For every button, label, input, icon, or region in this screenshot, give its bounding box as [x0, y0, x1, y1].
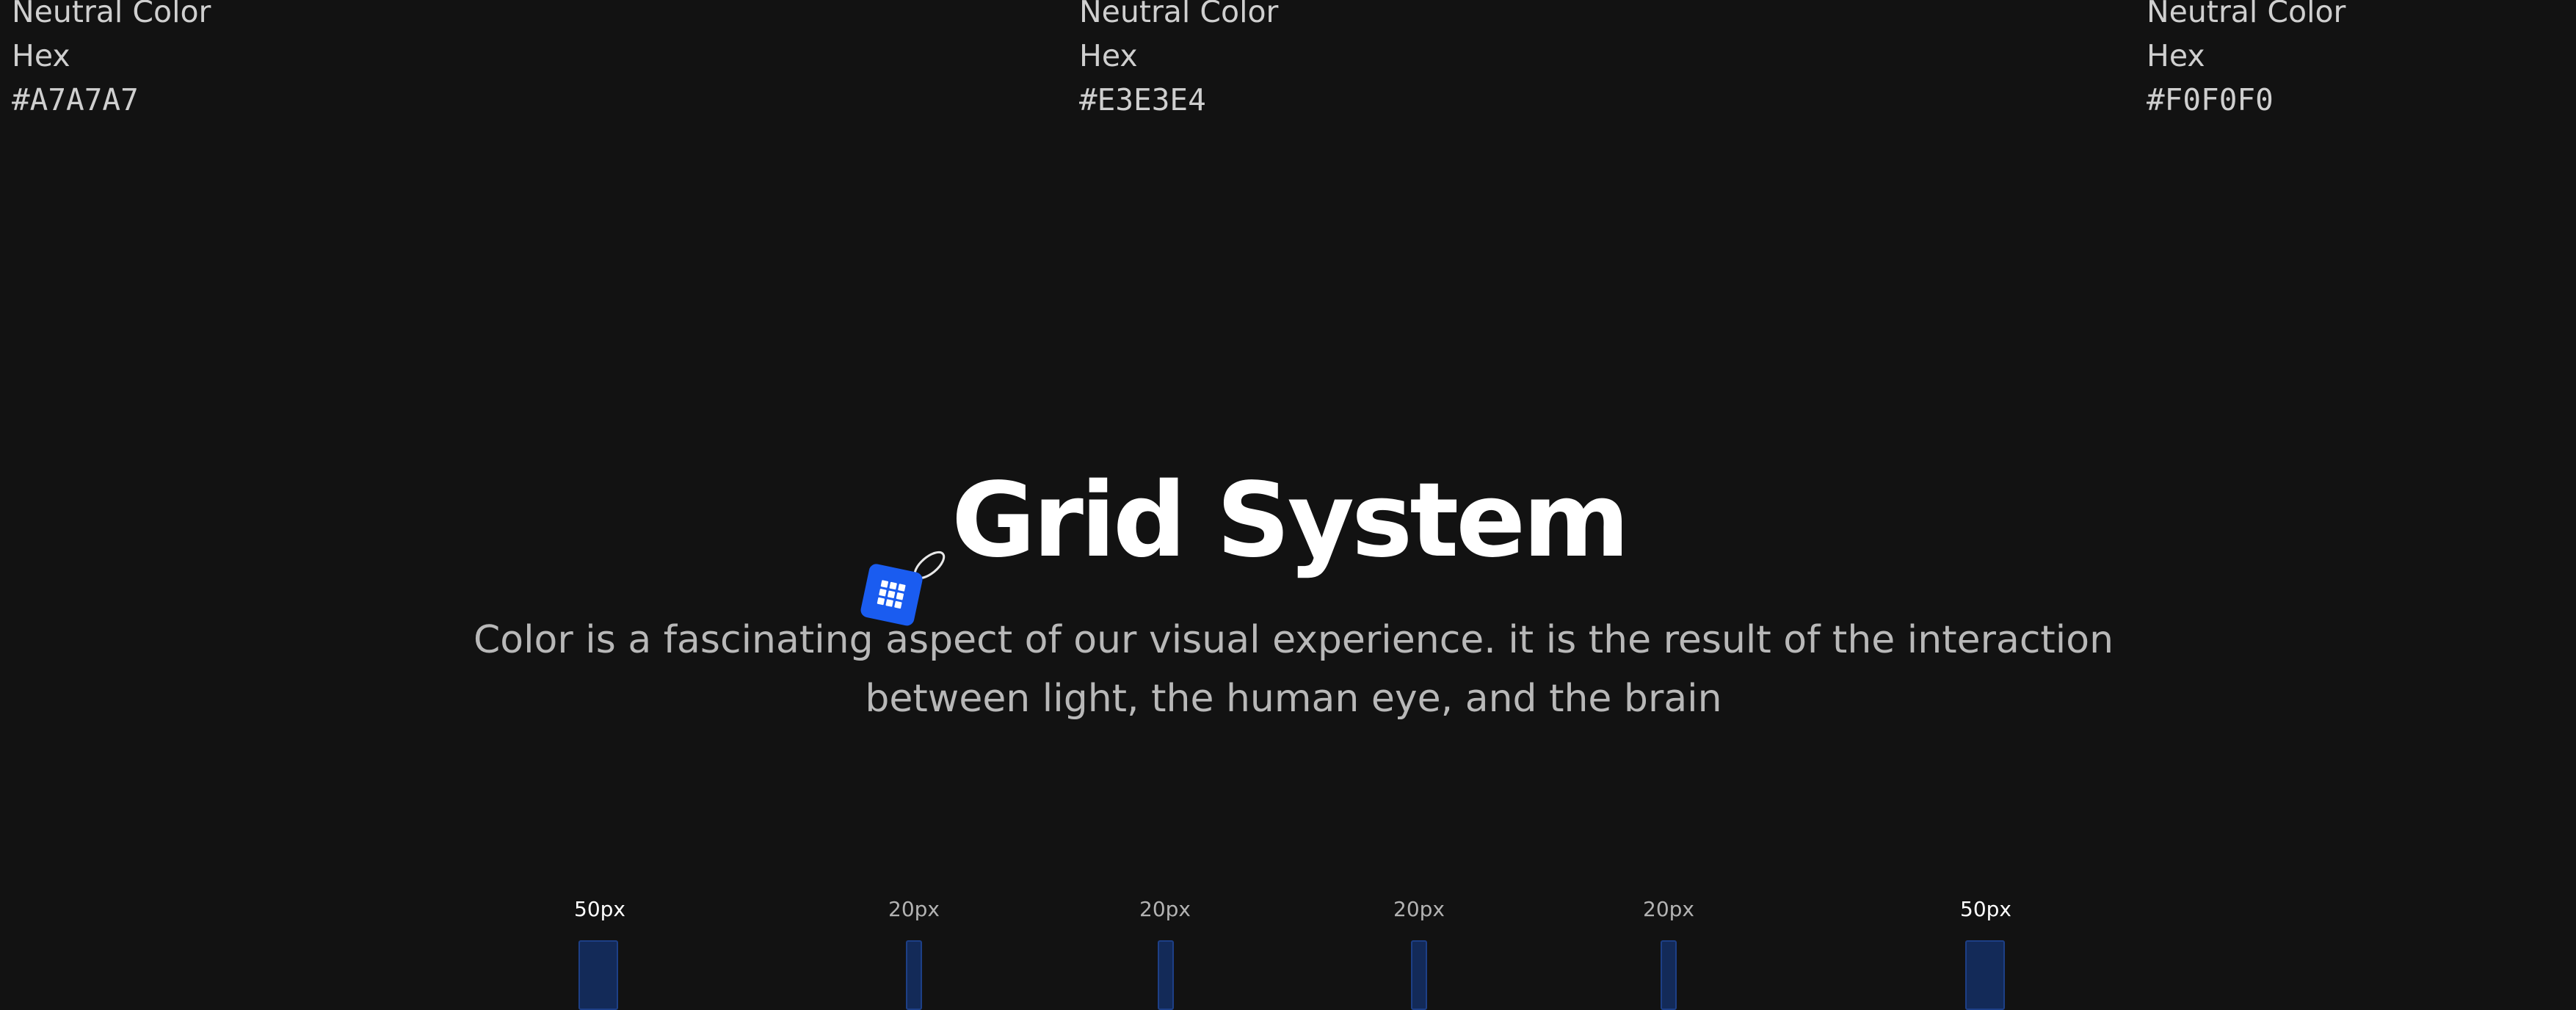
swatch-info-2: Neutral Color Hex #E3E3E4 [1079, 0, 1278, 122]
gap-label: 50px [574, 897, 625, 921]
gap-label: 20px [1393, 897, 1445, 921]
gap-indicator-bar [1411, 940, 1427, 1010]
section-header: Grid System [0, 455, 2576, 626]
gap-indicator-bar [1965, 940, 2005, 1010]
gap-indicator-bar [578, 940, 618, 1010]
swatch-label: Neutral Color [12, 0, 211, 29]
swatch-label: Neutral Color [1079, 0, 1279, 29]
gap-indicator-bar [906, 940, 922, 1010]
gap-label: 20px [1643, 897, 1694, 921]
swatch-hex-label: Hex [2147, 38, 2205, 73]
swatch-hex-value: #A7A7A7 [12, 82, 139, 117]
swatch-hex-value: #E3E3E4 [1079, 82, 1206, 117]
swatch-hex-label: Hex [12, 38, 70, 73]
gap-indicator-bar [1661, 940, 1677, 1010]
gap-indicator-bar [1158, 940, 1174, 1010]
section-title: Grid System [951, 461, 1630, 581]
gap-label: 20px [1139, 897, 1191, 921]
gap-label: 50px [1960, 897, 2011, 921]
gap-label: 20px [888, 897, 940, 921]
swatch-hex-label: Hex [1079, 38, 1138, 73]
section-description: Color is a fascinating aspect of our vis… [473, 618, 2114, 721]
swatch-info-1: Neutral Color Hex #A7A7A7 [12, 0, 211, 122]
swatch-hex-value: #F0F0F0 [2147, 82, 2274, 117]
swatch-info-3: Neutral Color Hex #F0F0F0 [2147, 0, 2345, 122]
swatch-label: Neutral Color [2147, 0, 2346, 29]
